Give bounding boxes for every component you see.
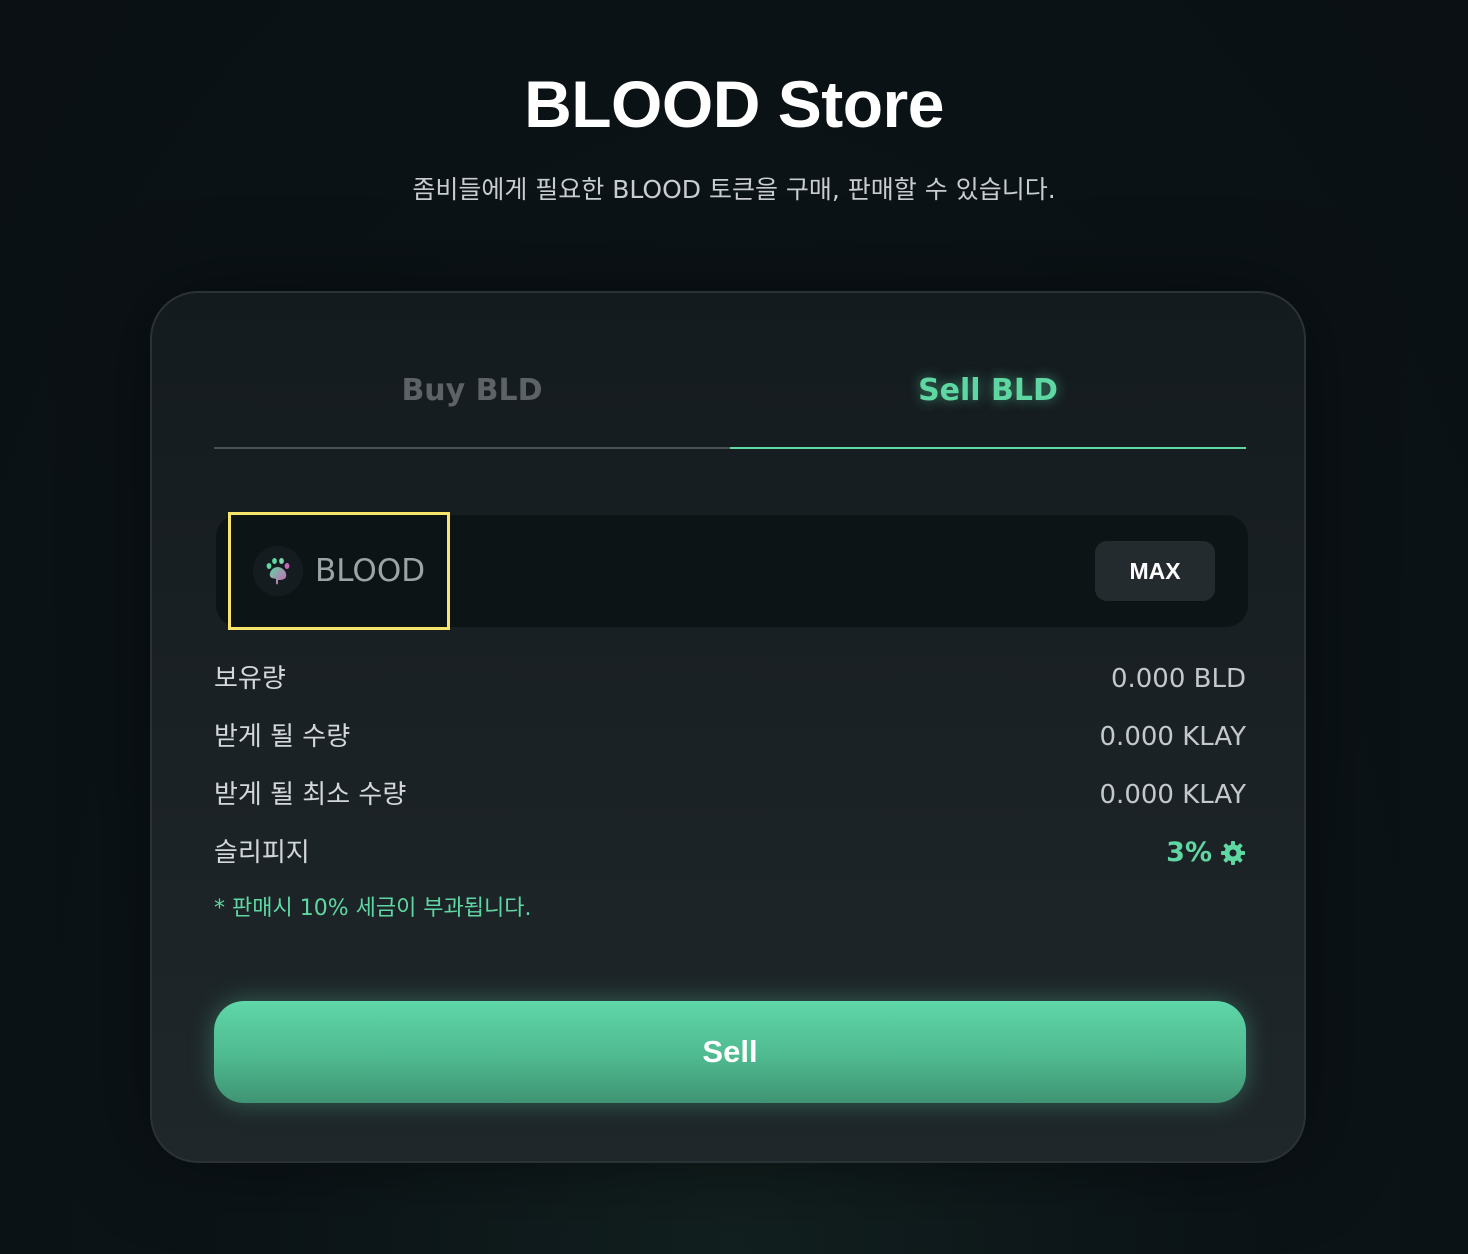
token-selector[interactable]: BLOOD xyxy=(228,512,450,630)
receive-amount-row: 받게 될 수량 0.000 KLAY xyxy=(214,717,1246,757)
tab-bar: Buy BLD Sell BLD xyxy=(214,333,1246,449)
blood-paw-icon xyxy=(253,546,303,596)
receive-amount-label: 받게 될 수량 xyxy=(214,722,351,752)
page-title: BLOOD Store xyxy=(524,67,944,141)
balance-value: 0.000 BLD xyxy=(1110,664,1246,694)
slippage-row: 슬리피지 3% xyxy=(214,833,1246,873)
token-amount-input[interactable]: BLOOD MAX xyxy=(216,512,1248,630)
slippage-label: 슬리피지 xyxy=(214,838,310,868)
receive-amount-value: 0.000 KLAY xyxy=(1099,722,1246,752)
max-button[interactable]: MAX xyxy=(1095,541,1215,601)
token-name: BLOOD xyxy=(315,553,426,589)
slippage-setting[interactable]: 3% xyxy=(1166,833,1246,873)
tax-note: * 판매시 10% 세금이 부과됩니다. xyxy=(214,896,532,921)
min-receive-row: 받게 될 최소 수량 0.000 KLAY xyxy=(214,775,1246,815)
sell-button[interactable]: Sell xyxy=(214,1001,1246,1103)
tab-buy-bld[interactable]: Buy BLD xyxy=(214,333,730,449)
min-receive-value: 0.000 KLAY xyxy=(1099,780,1246,810)
gear-icon[interactable] xyxy=(1220,840,1246,866)
store-card: Buy BLD Sell BLD BLOOD MAX 보유량 0.000 BLD… xyxy=(150,291,1306,1163)
min-receive-label: 받게 될 최소 수량 xyxy=(214,780,407,810)
balance-label: 보유량 xyxy=(214,664,286,694)
page-subtitle: 좀비들에게 필요한 BLOOD 토큰을 구매, 판매할 수 있습니다. xyxy=(412,175,1056,204)
tab-sell-bld[interactable]: Sell BLD xyxy=(730,333,1246,449)
slippage-value: 3% xyxy=(1166,837,1212,868)
balance-row: 보유량 0.000 BLD xyxy=(214,659,1246,699)
